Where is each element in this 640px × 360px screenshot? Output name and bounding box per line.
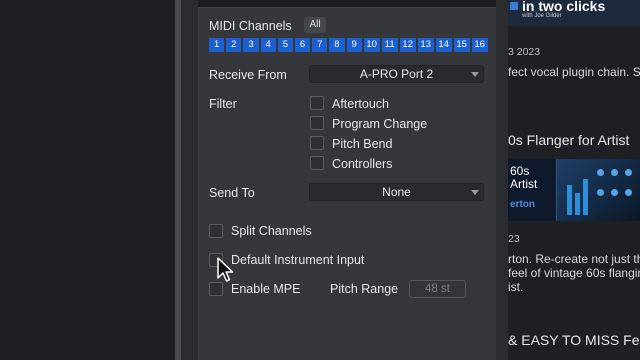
- channel-button-10[interactable]: 10: [363, 38, 380, 52]
- enable-mpe-label: Enable MPE: [231, 282, 301, 296]
- split-channels-checkbox[interactable]: [209, 224, 223, 238]
- left-background: [0, 0, 175, 360]
- video-description: rton. Re-create not just th: [508, 252, 640, 266]
- channel-selector: 1 2 3 4 5 6 7 8 9 10 11 12 13 14 15 16: [209, 38, 488, 52]
- channel-button-5[interactable]: 5: [277, 38, 293, 52]
- video-description: feel of vintage 60s flangin: [508, 266, 640, 280]
- video-list-panel: in two clicks with Joe Gilder 3 2023 fec…: [508, 0, 640, 360]
- aftertouch-checkbox[interactable]: [310, 96, 324, 110]
- thumbnail-text: 60s Artist: [510, 165, 537, 191]
- channel-button-8[interactable]: 8: [329, 38, 345, 52]
- thumbnail-line: Artist: [510, 177, 538, 191]
- channel-button-1[interactable]: 1: [209, 38, 225, 52]
- panel-edge: [496, 0, 508, 360]
- channel-button-16[interactable]: 16: [471, 38, 488, 52]
- send-to-label: Send To: [209, 186, 255, 200]
- video-date: 23: [508, 233, 520, 245]
- plugin-screenshot: [556, 159, 640, 221]
- chevron-down-icon: [471, 72, 479, 77]
- program-change-checkbox[interactable]: [310, 116, 324, 130]
- program-change-label: Program Change: [332, 117, 428, 131]
- default-instrument-input-label: Default Instrument Input: [231, 253, 365, 267]
- pitch-bend-label: Pitch Bend: [332, 137, 393, 151]
- thumbnail-brand: erton: [510, 199, 535, 210]
- channel-button-15[interactable]: 15: [453, 38, 470, 52]
- controllers-checkbox[interactable]: [310, 156, 324, 170]
- meter-bar: [575, 193, 580, 215]
- knob-icon: [625, 169, 632, 176]
- divider: [181, 0, 198, 360]
- knob-icon: [611, 169, 618, 176]
- filter-label: Filter: [209, 97, 237, 111]
- channel-button-9[interactable]: 9: [346, 38, 362, 52]
- pitch-bend-checkbox[interactable]: [310, 136, 324, 150]
- thumbnail-subtitle: with Joe Gilder: [522, 13, 562, 19]
- controllers-label: Controllers: [332, 157, 393, 171]
- channel-button-11[interactable]: 11: [381, 38, 398, 52]
- thumbnail-title: in two clicks: [522, 0, 606, 14]
- logo-icon: [510, 2, 518, 10]
- knob-icon: [597, 189, 604, 196]
- channel-button-4[interactable]: 4: [260, 38, 276, 52]
- mouse-cursor-icon: [217, 257, 234, 282]
- receive-from-label: Receive From: [209, 68, 287, 82]
- aftertouch-label: Aftertouch: [332, 97, 389, 111]
- channel-button-6[interactable]: 6: [294, 38, 311, 52]
- video-title-link[interactable]: 0s Flanger for Artist: [508, 132, 629, 148]
- pitch-range-label: Pitch Range: [330, 282, 399, 296]
- pitch-range-input[interactable]: 48 st: [409, 280, 466, 298]
- thumbnail-line: 60s: [510, 164, 530, 178]
- channel-button-14[interactable]: 14: [435, 38, 452, 52]
- midi-channels-label: MIDI Channels: [209, 19, 292, 33]
- video-description: fect vocal plugin chain. S: [508, 65, 640, 79]
- all-channels-button[interactable]: All: [304, 17, 326, 33]
- video-description: ist.: [508, 280, 524, 294]
- send-to-value: None: [382, 185, 411, 199]
- split-channels-label: Split Channels: [231, 224, 312, 238]
- video-title-link[interactable]: & EASY TO MISS Fe: [508, 332, 640, 348]
- channel-button-7[interactable]: 7: [312, 38, 328, 52]
- receive-from-value: A-PRO Port 2: [359, 67, 434, 81]
- channel-button-12[interactable]: 12: [399, 38, 416, 52]
- channel-button-3[interactable]: 3: [243, 38, 259, 52]
- receive-from-dropdown[interactable]: A-PRO Port 2: [309, 65, 484, 83]
- knob-icon: [597, 169, 604, 176]
- knob-icon: [611, 189, 618, 196]
- enable-mpe-checkbox[interactable]: [209, 282, 223, 296]
- video-thumbnail[interactable]: in two clicks with Joe Gilder: [508, 0, 640, 26]
- meter-bar: [583, 179, 588, 215]
- send-to-dropdown[interactable]: None: [309, 183, 484, 201]
- channel-button-13[interactable]: 13: [417, 38, 434, 52]
- video-thumbnail[interactable]: 60s Artist erton: [508, 159, 640, 221]
- knob-icon: [625, 189, 632, 196]
- meter-bar: [567, 185, 572, 215]
- channel-button-2[interactable]: 2: [226, 38, 242, 52]
- chevron-down-icon: [471, 190, 479, 195]
- video-date: 3 2023: [508, 46, 541, 58]
